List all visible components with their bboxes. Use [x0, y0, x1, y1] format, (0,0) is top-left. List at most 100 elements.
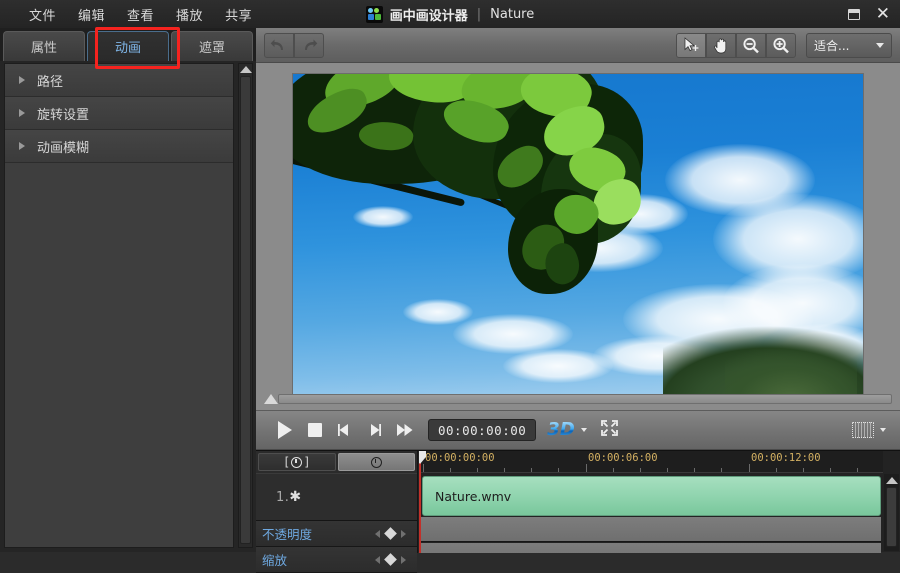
left-panel-scrollbar[interactable] — [238, 63, 253, 548]
chevron-down-icon — [581, 428, 587, 432]
video-preview[interactable] — [292, 73, 864, 401]
add-keyframe-icon[interactable] — [384, 527, 397, 540]
zoom-out-button[interactable] — [736, 33, 766, 58]
select-move-button[interactable] — [676, 33, 706, 58]
keyframe-bracket-mode-button[interactable]: [ ] — [258, 453, 336, 471]
track-number-label: 1. — [276, 490, 289, 505]
scroll-up-icon[interactable] — [240, 66, 252, 73]
animation-sections: 路径 旋转设置 动画模糊 — [4, 63, 234, 548]
menu-item-edit[interactable]: 编辑 — [67, 2, 116, 27]
fast-forward-icon — [395, 422, 415, 438]
ruler-tick — [613, 468, 614, 472]
menu-item-share[interactable]: 共享 — [214, 2, 263, 27]
next-frame-icon — [366, 422, 384, 438]
previous-frame-icon — [336, 422, 354, 438]
zoom-fit-dropdown[interactable]: 适合... — [806, 33, 892, 58]
fast-forward-button[interactable] — [390, 422, 420, 438]
redo-button[interactable] — [294, 33, 324, 58]
scroll-track[interactable] — [886, 487, 897, 547]
scrubber-handle-icon[interactable] — [264, 394, 278, 404]
next-keyframe-icon[interactable] — [401, 530, 406, 538]
menu-bar: 文件 编辑 查看 播放 共享 — [0, 2, 263, 27]
restore-icon — [848, 9, 860, 20]
keyframe-nav-scale[interactable] — [375, 555, 406, 564]
section-rotation-label: 旋转设置 — [37, 104, 89, 123]
keyframe-mode-buttons: [ ] — [256, 451, 417, 473]
pan-hand-button[interactable] — [706, 33, 736, 58]
window-controls: ✕ — [848, 0, 890, 28]
close-icon: ✕ — [876, 7, 890, 21]
close-button[interactable]: ✕ — [876, 7, 890, 21]
keyframe-lane-opacity[interactable] — [421, 517, 881, 542]
mode-3d-dropdown[interactable]: 3D — [547, 420, 586, 440]
play-button[interactable] — [270, 421, 300, 439]
document-name: Nature — [490, 7, 534, 22]
keyframe-mode-button[interactable] — [338, 453, 416, 471]
ruler-label: 00:00:06:00 — [588, 452, 658, 464]
zoom-in-button[interactable] — [766, 33, 796, 58]
clock-icon — [291, 457, 302, 468]
zoom-out-icon — [742, 37, 760, 54]
keyframe-opacity-label: 不透明度 — [262, 524, 312, 543]
section-motion-blur[interactable]: 动画模糊 — [5, 130, 233, 163]
ruler-tick — [667, 468, 668, 472]
select-move-icon — [683, 37, 700, 53]
ruler-tick — [558, 468, 559, 472]
fullscreen-button[interactable] — [600, 419, 619, 441]
chevron-down-icon — [880, 428, 886, 432]
timeline-ruler[interactable]: 00:00:00:00 00:00:06:00 00:00:12:00 — [419, 451, 883, 473]
ruler-tick — [477, 468, 478, 472]
undo-button[interactable] — [264, 33, 294, 58]
tab-properties[interactable]: 属性 — [3, 31, 85, 61]
stop-button[interactable] — [300, 423, 330, 437]
timeline-clip[interactable]: Nature.wmv — [422, 476, 881, 516]
chevron-down-icon — [876, 43, 884, 48]
chevron-right-icon — [19, 142, 25, 150]
ruler-tick — [857, 468, 858, 472]
section-path[interactable]: 路径 — [5, 64, 233, 97]
playhead[interactable] — [419, 451, 421, 553]
section-rotation-settings[interactable]: 旋转设置 — [5, 97, 233, 130]
editor-toolbar: 适合... — [256, 28, 900, 63]
add-keyframe-icon[interactable] — [384, 553, 397, 566]
menu-item-play[interactable]: 播放 — [165, 2, 214, 27]
timeline-tracks-area[interactable]: 00:00:00:00 00:00:06:00 00:00:12:00 — [419, 451, 883, 553]
menu-item-file[interactable]: 文件 — [18, 2, 67, 27]
timeline: [ ] 1. ✱ 不透明度 — [256, 450, 900, 552]
keyframe-row-scale[interactable]: 缩放 — [256, 547, 417, 573]
hand-pan-icon — [713, 37, 729, 54]
restore-button[interactable] — [848, 9, 860, 20]
scroll-up-icon[interactable] — [886, 477, 898, 484]
preview-area — [256, 63, 900, 410]
prev-keyframe-icon[interactable] — [375, 530, 380, 538]
timeline-scrollbar[interactable] — [884, 474, 899, 551]
keyframe-nav-opacity[interactable] — [375, 529, 406, 538]
previous-frame-button[interactable] — [330, 422, 360, 438]
timecode-field[interactable]: 00:00:00:00 — [428, 419, 536, 441]
menu-item-view[interactable]: 查看 — [116, 2, 165, 27]
keyframe-row-opacity[interactable]: 不透明度 — [256, 521, 417, 547]
track-header-row[interactable]: 1. ✱ — [256, 473, 417, 521]
left-panel: 属性 动画 遮罩 路径 旋转设置 动画模糊 — [0, 28, 256, 552]
scroll-track[interactable] — [240, 76, 251, 544]
zoom-fit-value: 适合... — [814, 37, 849, 54]
scrubber-track[interactable] — [278, 394, 892, 404]
zoom-in-icon — [772, 37, 790, 54]
app-title-text: 画中画设计器 — [390, 5, 468, 24]
next-frame-button[interactable] — [360, 422, 390, 438]
ruler-tick — [749, 464, 750, 472]
tab-animation[interactable]: 动画 — [87, 31, 169, 61]
preview-scrubber[interactable] — [256, 392, 900, 406]
ruler-tick — [721, 468, 722, 472]
bracket-left: [ — [285, 457, 290, 468]
snapshot-dropdown[interactable] — [852, 422, 886, 438]
view-tools-group — [676, 33, 796, 58]
app-logo-icon — [366, 6, 383, 23]
next-keyframe-icon[interactable] — [401, 556, 406, 564]
tab-mask[interactable]: 遮罩 — [171, 31, 253, 61]
ruler-tick — [776, 468, 777, 472]
title-separator: | — [475, 7, 483, 22]
cloud-shape — [353, 206, 413, 228]
play-icon — [278, 421, 292, 439]
prev-keyframe-icon[interactable] — [375, 556, 380, 564]
